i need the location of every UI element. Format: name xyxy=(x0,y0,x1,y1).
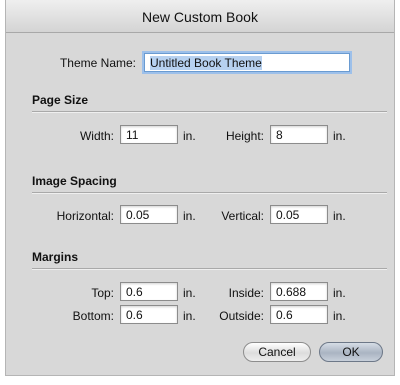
height-label: Height: xyxy=(225,129,264,143)
bottom-margin-label: Bottom: xyxy=(72,309,114,323)
width-unit: in. xyxy=(183,129,196,143)
horizontal-label: Horizontal: xyxy=(56,209,114,223)
top-margin-label: Top: xyxy=(91,286,114,300)
dialog-title: New Custom Book xyxy=(142,9,258,25)
new-custom-book-dialog: New Custom Book Theme Name: Untitled Boo… xyxy=(5,0,395,376)
vertical-label: Vertical: xyxy=(221,209,264,223)
page-size-heading: Page Size xyxy=(32,93,89,107)
theme-name-value: Untitled Book Theme xyxy=(150,56,262,70)
height-field[interactable]: 8 xyxy=(270,125,328,144)
margins-heading: Margins xyxy=(32,250,79,264)
inside-margin-label: Inside: xyxy=(228,286,264,300)
horizontal-unit: in. xyxy=(183,209,196,223)
top-margin-unit: in. xyxy=(183,286,196,300)
top-margin-field[interactable]: 0.6 xyxy=(120,282,178,301)
inside-margin-unit: in. xyxy=(333,286,346,300)
vertical-spacing-field[interactable]: 0.05 xyxy=(270,205,328,224)
ok-button[interactable]: OK xyxy=(319,342,383,362)
outside-margin-field[interactable]: 0.6 xyxy=(270,305,328,324)
outside-margin-unit: in. xyxy=(333,309,346,323)
outside-margin-label: Outside: xyxy=(219,309,264,323)
image-spacing-heading: Image Spacing xyxy=(32,174,117,188)
inside-margin-field[interactable]: 0.688 xyxy=(270,282,328,301)
cancel-button[interactable]: Cancel xyxy=(243,342,311,362)
width-field[interactable]: 11 xyxy=(120,125,178,144)
bottom-margin-unit: in. xyxy=(183,309,196,323)
margins-divider xyxy=(32,268,387,270)
vertical-unit: in. xyxy=(333,209,346,223)
page-size-divider xyxy=(32,111,387,113)
bottom-margin-field[interactable]: 0.6 xyxy=(120,305,178,324)
theme-name-label: Theme Name: xyxy=(59,56,136,70)
title-bar[interactable]: New Custom Book xyxy=(6,0,394,33)
horizontal-spacing-field[interactable]: 0.05 xyxy=(120,205,178,224)
image-spacing-divider xyxy=(32,192,387,194)
height-unit: in. xyxy=(333,129,346,143)
theme-name-field[interactable]: Untitled Book Theme xyxy=(144,53,350,72)
width-label: Width: xyxy=(79,129,114,143)
